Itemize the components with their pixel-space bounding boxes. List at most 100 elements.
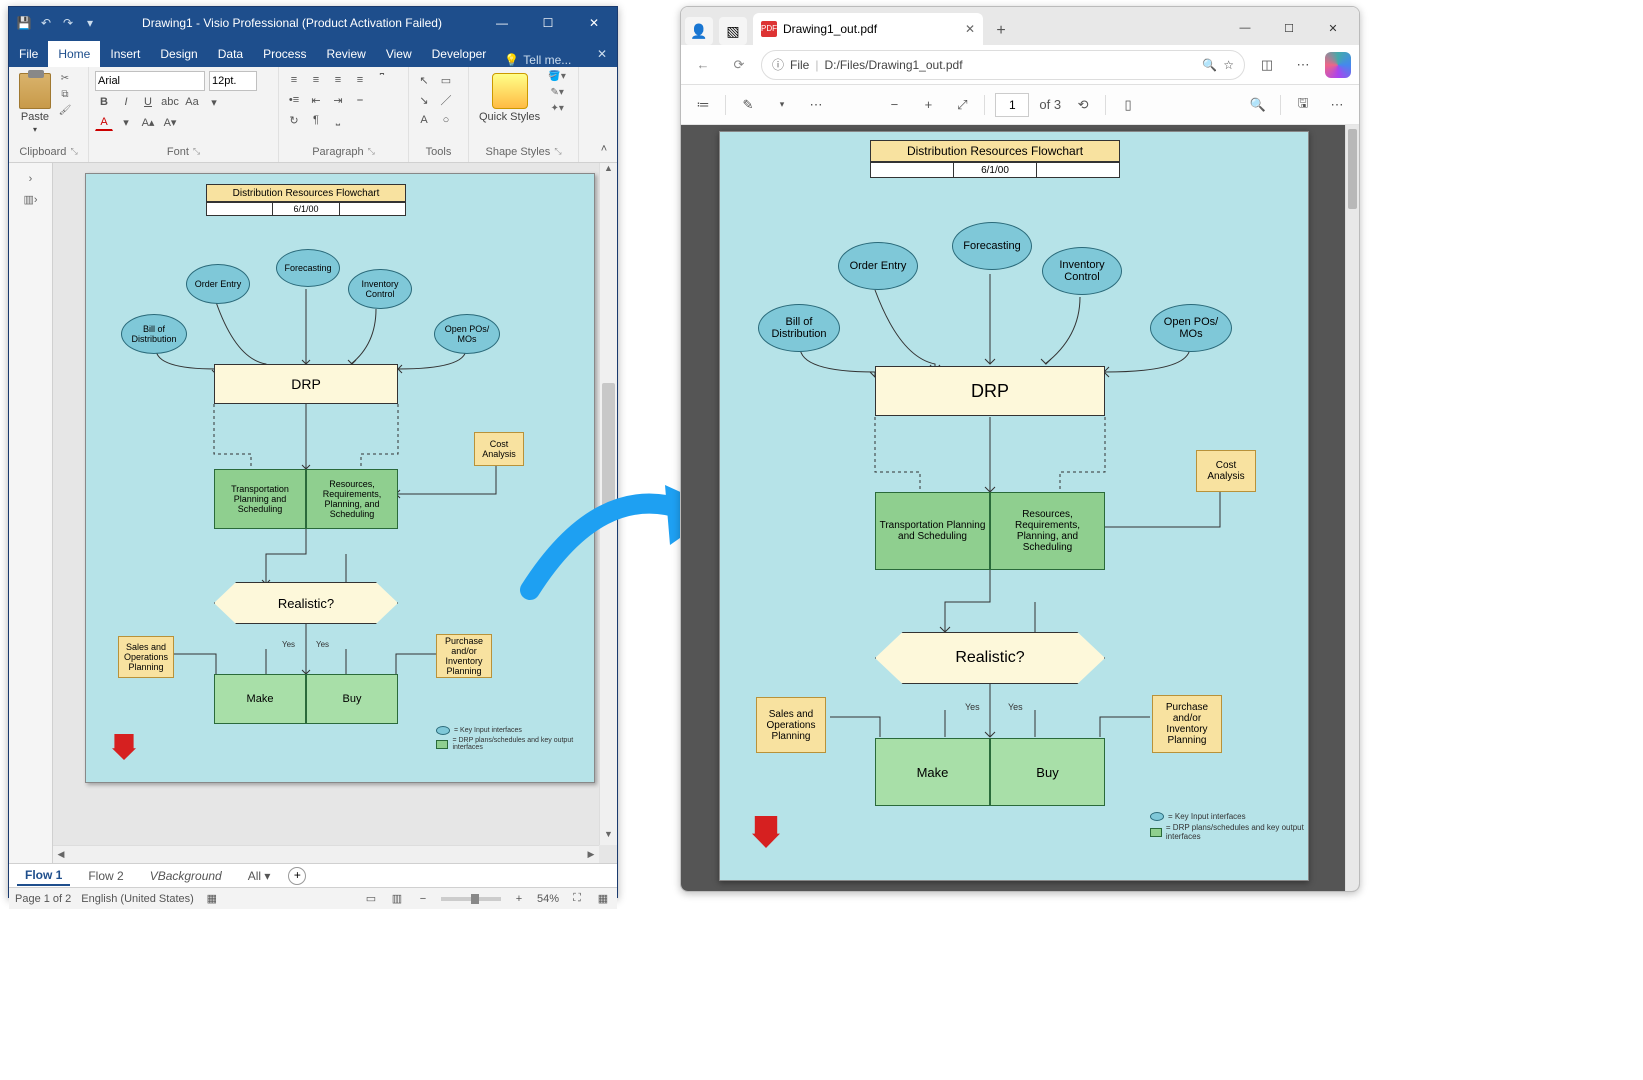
more-icon[interactable]: ⋯	[1289, 57, 1317, 73]
fill-button[interactable]: 🪣▾	[548, 71, 566, 85]
page-number-input[interactable]	[995, 93, 1029, 117]
pagetab-all[interactable]: All ▾	[240, 867, 279, 885]
align-left-button[interactable]: ≡	[285, 71, 303, 89]
save-icon[interactable]: 🖫	[1291, 94, 1315, 116]
zoom-in-icon[interactable]: +	[511, 893, 527, 905]
shapes-pane[interactable]: › ▥›	[9, 163, 53, 863]
connector-tool-button[interactable]: ↘	[415, 91, 433, 109]
more-tools-icon[interactable]: ⋯	[804, 97, 828, 113]
effects-button[interactable]: ✦▾	[548, 103, 566, 117]
minimize-icon[interactable]: —	[1223, 11, 1267, 45]
font-size-combo[interactable]	[209, 71, 257, 91]
tab-close-icon[interactable]: ✕	[965, 22, 975, 36]
fit-icon[interactable]: ⤢	[950, 97, 974, 113]
align-bottom-button[interactable]: ⎵	[329, 111, 347, 129]
tab-process[interactable]: Process	[253, 41, 316, 67]
quick-styles-button[interactable]: Quick Styles	[475, 71, 544, 125]
collapse-ribbon-icon[interactable]: ˄	[595, 140, 613, 158]
undo-icon[interactable]: ↶	[37, 14, 55, 32]
grow-font-button[interactable]: A▴	[139, 113, 157, 131]
align-justify-button[interactable]: ≡	[351, 71, 369, 89]
tab-file[interactable]: File	[9, 41, 48, 67]
find-icon[interactable]: 🔍	[1246, 97, 1270, 113]
line-tool-button[interactable]: ／	[437, 91, 455, 109]
refresh-icon[interactable]: ⟳	[725, 57, 753, 73]
save-icon[interactable]: 💾	[15, 14, 33, 32]
align-middle-button[interactable]: ⎯	[351, 91, 369, 109]
chevron-down-icon[interactable]: ▾	[770, 99, 794, 110]
close-icon[interactable]: ✕	[571, 7, 617, 39]
contents-icon[interactable]: ≔	[691, 97, 715, 113]
redo-icon[interactable]: ↷	[59, 14, 77, 32]
indent-button[interactable]: ⇥	[329, 91, 347, 109]
format-painter-icon[interactable]: 🖌	[57, 103, 73, 117]
line-button[interactable]: ✎▾	[548, 87, 566, 101]
profile-icon[interactable]: 👤	[685, 17, 713, 45]
align-top-button[interactable]: ⎴	[373, 71, 391, 89]
more-icon[interactable]: ⋯	[1325, 97, 1349, 113]
shrink-font-button[interactable]: A▾	[161, 113, 179, 131]
address-bar[interactable]: ⓘ File | D:/Files/Drawing1_out.pdf 🔍 ☆	[761, 50, 1245, 80]
zoom-level[interactable]: 54%	[537, 893, 559, 905]
stencil-icon[interactable]: ▥›	[9, 189, 52, 210]
ribbon-close-icon[interactable]: ✕	[587, 41, 617, 67]
case-button[interactable]: Aa	[183, 93, 201, 111]
page-view-icon[interactable]: ▯	[1116, 97, 1140, 113]
horizontal-scrollbar[interactable]: ◀ ▶	[53, 845, 599, 863]
chevron-down-icon[interactable]: ▾	[117, 113, 135, 131]
paste-button[interactable]: Paste ▾	[15, 71, 55, 136]
tab-review[interactable]: Review	[316, 41, 375, 67]
rotate-icon[interactable]: ⟲	[1071, 97, 1095, 113]
zoom-indicator-icon[interactable]: 🔍	[1202, 58, 1217, 72]
tab-insert[interactable]: Insert	[100, 41, 150, 67]
pointer-tool-button[interactable]: ↖	[415, 71, 433, 89]
tab-developer[interactable]: Developer	[422, 41, 497, 67]
draw-icon[interactable]: ✎	[736, 97, 760, 113]
favorite-icon[interactable]: ☆	[1223, 58, 1234, 72]
macro-icon[interactable]: ▦	[204, 892, 220, 905]
rect-tool-button[interactable]: ▭	[437, 71, 455, 89]
tab-home[interactable]: Home	[48, 41, 100, 67]
presentation-icon[interactable]: ▭	[363, 892, 379, 905]
scroll-right-icon[interactable]: ▶	[583, 846, 599, 863]
underline-button[interactable]: U	[139, 93, 157, 111]
align-right-button[interactable]: ≡	[329, 71, 347, 89]
chevron-down-icon[interactable]: ▾	[205, 93, 223, 111]
maximize-icon[interactable]: ☐	[525, 7, 571, 39]
ellipse-tool-button[interactable]: ○	[437, 111, 455, 129]
status-lang[interactable]: English (United States)	[81, 893, 194, 905]
workspaces-icon[interactable]: ▧	[719, 17, 747, 45]
pagetab-flow2[interactable]: Flow 2	[80, 867, 131, 885]
copilot-icon[interactable]	[1325, 52, 1351, 78]
bold-button[interactable]: B	[95, 93, 113, 111]
back-icon[interactable]: ←	[689, 57, 717, 72]
browser-tab[interactable]: PDF Drawing1_out.pdf ✕	[753, 13, 983, 45]
scroll-down-icon[interactable]: ▼	[600, 829, 617, 845]
close-icon[interactable]: ✕	[1311, 11, 1355, 45]
copy-icon[interactable]: ⧉	[57, 87, 73, 101]
minimize-icon[interactable]: —	[479, 7, 525, 39]
tab-data[interactable]: Data	[208, 41, 253, 67]
dialog-launcher-icon[interactable]: ⤡	[70, 146, 77, 158]
zoom-in-icon[interactable]: +	[916, 97, 940, 112]
rotate-button[interactable]: ↻	[285, 111, 303, 129]
scroll-up-icon[interactable]: ▲	[600, 163, 617, 179]
text-tool-button[interactable]: A	[415, 111, 433, 129]
pdf-viewport[interactable]: Distribution Resources Flowchart 6/1/00	[681, 125, 1359, 892]
bullets-button[interactable]: •≡	[285, 91, 303, 109]
tab-view[interactable]: View	[376, 41, 422, 67]
tellme[interactable]: 💡Tell me...	[496, 53, 587, 67]
cut-icon[interactable]: ✂	[57, 71, 73, 85]
scroll-thumb[interactable]	[1348, 129, 1357, 209]
font-name-combo[interactable]	[95, 71, 205, 91]
site-info-icon[interactable]: ⓘ	[772, 56, 784, 73]
dialog-launcher-icon[interactable]: ⤡	[368, 146, 375, 158]
page-width-icon[interactable]: ▥	[389, 892, 405, 905]
align-center-button[interactable]: ≡	[307, 71, 325, 89]
zoom-slider[interactable]	[441, 897, 501, 901]
outdent-button[interactable]: ⇤	[307, 91, 325, 109]
font-color-button[interactable]: A	[95, 113, 113, 131]
switch-windows-icon[interactable]: ▦	[595, 892, 611, 905]
maximize-icon[interactable]: ☐	[1267, 11, 1311, 45]
italic-button[interactable]: I	[117, 93, 135, 111]
